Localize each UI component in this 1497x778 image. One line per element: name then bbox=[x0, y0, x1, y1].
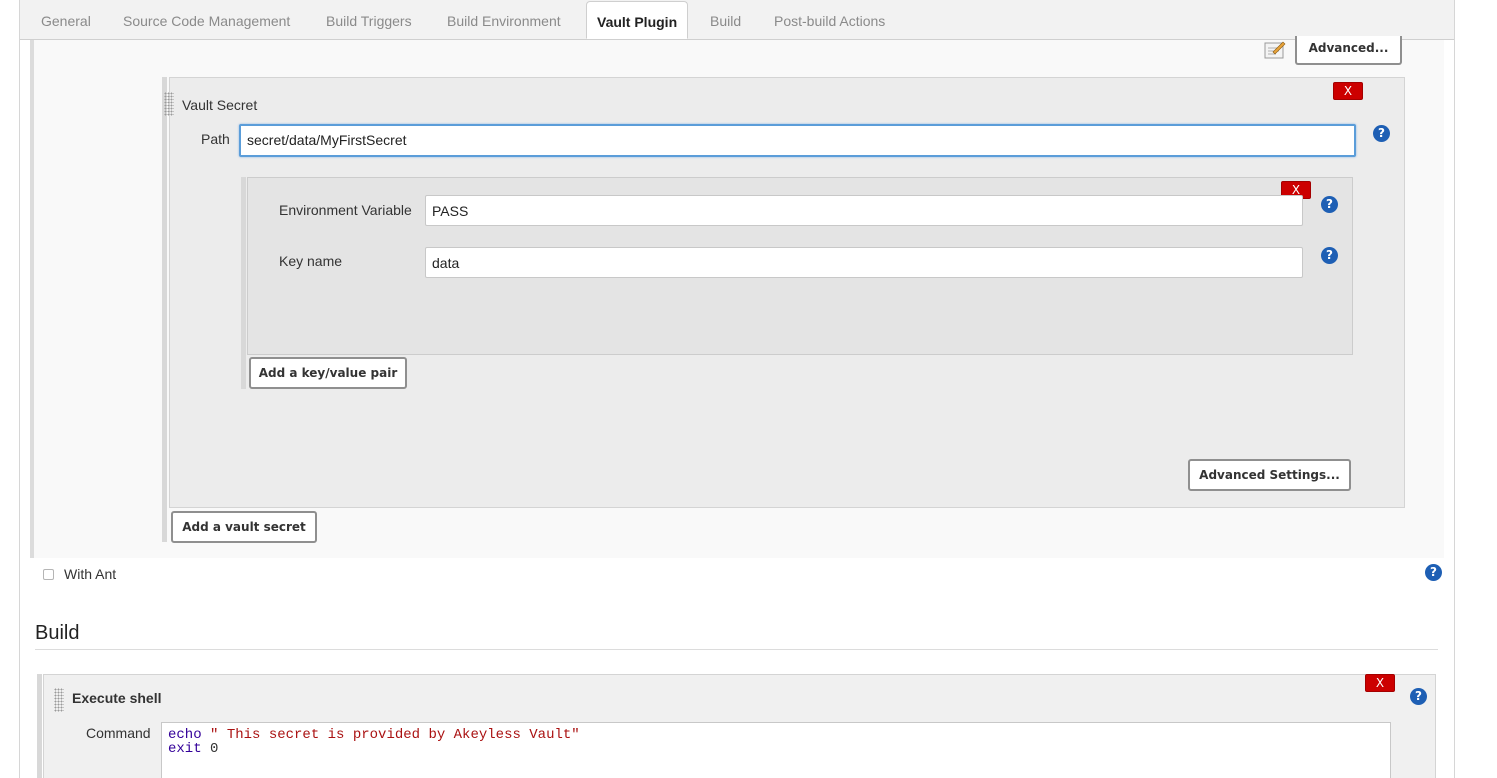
help-icon[interactable]: ? bbox=[1321, 247, 1338, 264]
config-panel: General Source Code Management Build Tri… bbox=[19, 0, 1455, 778]
tab-vault-plugin[interactable]: Vault Plugin bbox=[586, 1, 689, 39]
tab-build[interactable]: Build bbox=[710, 0, 741, 40]
tab-bar: General Source Code Management Build Tri… bbox=[20, 0, 1454, 40]
advanced-settings-button[interactable]: Advanced Settings... bbox=[1188, 459, 1351, 491]
nested-repeatable-bar bbox=[241, 177, 246, 389]
add-vault-secret-button[interactable]: Add a vault secret bbox=[171, 511, 317, 543]
environment-variable-input[interactable]: PASS bbox=[425, 195, 1303, 226]
delete-vault-secret-button[interactable]: X bbox=[1333, 82, 1363, 100]
tab-post-build-actions[interactable]: Post-build Actions bbox=[774, 0, 885, 40]
build-section-heading: Build bbox=[35, 622, 80, 644]
tab-build-environment[interactable]: Build Environment bbox=[447, 0, 561, 40]
section-divider bbox=[35, 649, 1438, 650]
path-label: Path bbox=[201, 131, 230, 147]
build-step-bar bbox=[37, 674, 42, 778]
add-key-value-pair-button[interactable]: Add a key/value pair bbox=[249, 357, 407, 389]
tab-general[interactable]: General bbox=[41, 0, 91, 40]
key-name-label: Key name bbox=[279, 253, 343, 269]
execute-shell-title: Execute shell bbox=[72, 690, 162, 706]
with-ant-label: With Ant bbox=[64, 566, 117, 582]
repeatable-bar bbox=[162, 77, 167, 542]
help-icon[interactable]: ? bbox=[1425, 564, 1442, 581]
command-line-1: echo " This secret is provided by Akeyle… bbox=[168, 727, 580, 743]
drag-handle-icon[interactable] bbox=[54, 688, 64, 712]
help-icon[interactable]: ? bbox=[1373, 125, 1390, 142]
environment-variable-label: Environment Variable bbox=[279, 202, 412, 218]
key-name-input[interactable]: data bbox=[425, 247, 1303, 278]
vault-secret-title: Vault Secret bbox=[182, 97, 258, 113]
command-textarea[interactable]: echo " This secret is provided by Akeyle… bbox=[161, 722, 1391, 778]
notepad-icon[interactable] bbox=[1264, 40, 1286, 60]
with-ant-checkbox[interactable] bbox=[43, 569, 54, 580]
page: General Source Code Management Build Tri… bbox=[0, 0, 1497, 778]
delete-build-step-button[interactable]: X bbox=[1365, 674, 1395, 692]
command-label: Command bbox=[86, 725, 151, 741]
tab-build-triggers[interactable]: Build Triggers bbox=[326, 0, 412, 40]
help-icon[interactable]: ? bbox=[1321, 196, 1338, 213]
drag-handle-icon[interactable] bbox=[164, 92, 174, 116]
help-icon[interactable]: ? bbox=[1410, 688, 1427, 705]
advanced-button[interactable]: Advanced... bbox=[1295, 36, 1402, 65]
command-line-2: exit 0 bbox=[168, 741, 219, 757]
tab-source-code-management[interactable]: Source Code Management bbox=[123, 0, 290, 40]
path-input[interactable]: secret/data/MyFirstSecret bbox=[239, 124, 1356, 157]
